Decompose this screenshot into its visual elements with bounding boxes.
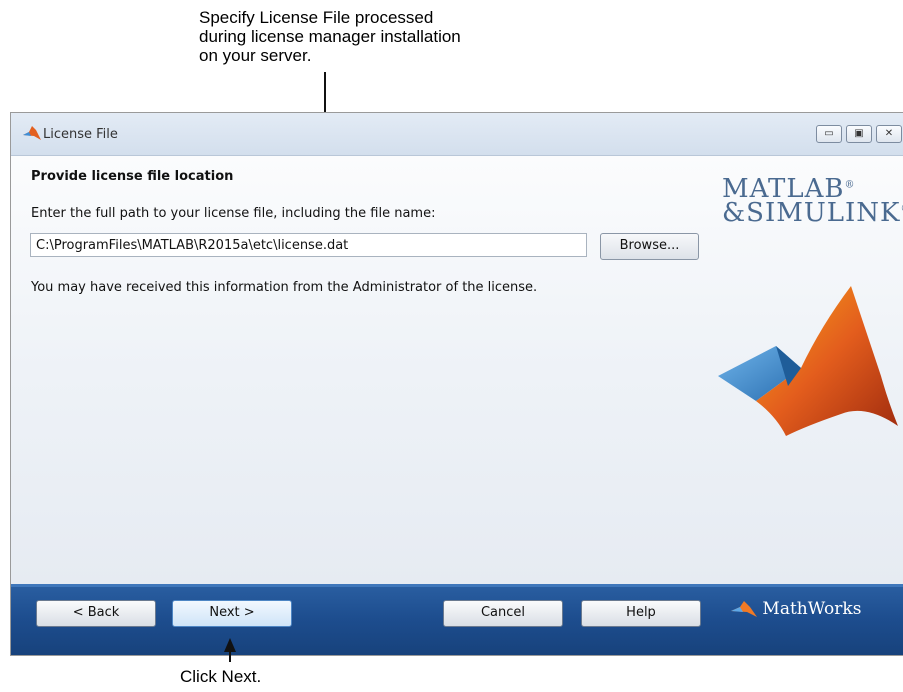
minimize-icon: ▭: [824, 128, 834, 139]
instruction-text: Enter the full path to your license file…: [31, 206, 436, 221]
maximize-button[interactable]: ▣: [846, 125, 872, 143]
page-heading: Provide license file location: [31, 169, 234, 184]
close-button[interactable]: ✕: [876, 125, 902, 143]
info-text: You may have received this information f…: [31, 280, 538, 295]
license-path-input[interactable]: [30, 233, 587, 257]
annotation-top: Specify License File processed during li…: [199, 8, 559, 65]
license-file-window: License File ▭ ▣ ✕ Provide license file …: [10, 112, 903, 656]
minimize-button[interactable]: ▭: [816, 125, 842, 143]
title-bar: License File ▭ ▣ ✕: [11, 113, 903, 156]
main-content: Provide license file location Enter the …: [11, 156, 903, 586]
window-title: License File: [43, 127, 118, 142]
back-button[interactable]: < Back: [36, 600, 156, 627]
mathworks-peaks-icon: [731, 601, 757, 617]
annotation-top-line3: on your server.: [199, 46, 312, 65]
footer-bar: < Back Next > Cancel Help MathWorks: [11, 584, 903, 655]
close-icon: ✕: [884, 128, 894, 139]
annotation-bottom-arrow-line: [229, 650, 231, 662]
mathworks-logo: MathWorks: [731, 599, 861, 619]
matlab-peaks-logo: [718, 286, 898, 436]
matlab-app-icon: [23, 126, 41, 140]
next-button[interactable]: Next >: [172, 600, 292, 627]
logo-reg-mark: ®: [844, 179, 856, 191]
maximize-icon: ▣: [854, 128, 864, 139]
annotation-bottom: Click Next.: [180, 667, 262, 686]
browse-button[interactable]: Browse...: [600, 233, 699, 260]
mathworks-logo-text: MathWorks: [762, 599, 862, 619]
annotation-top-line2: during license manager installation: [199, 27, 461, 46]
cancel-button[interactable]: Cancel: [443, 600, 563, 627]
annotation-top-line1: Specify License File processed: [199, 8, 434, 27]
logo-line2: &SIMULINK: [722, 198, 901, 228]
matlab-simulink-logo: MATLAB® &SIMULINK®: [722, 174, 903, 228]
help-button[interactable]: Help: [581, 600, 701, 627]
